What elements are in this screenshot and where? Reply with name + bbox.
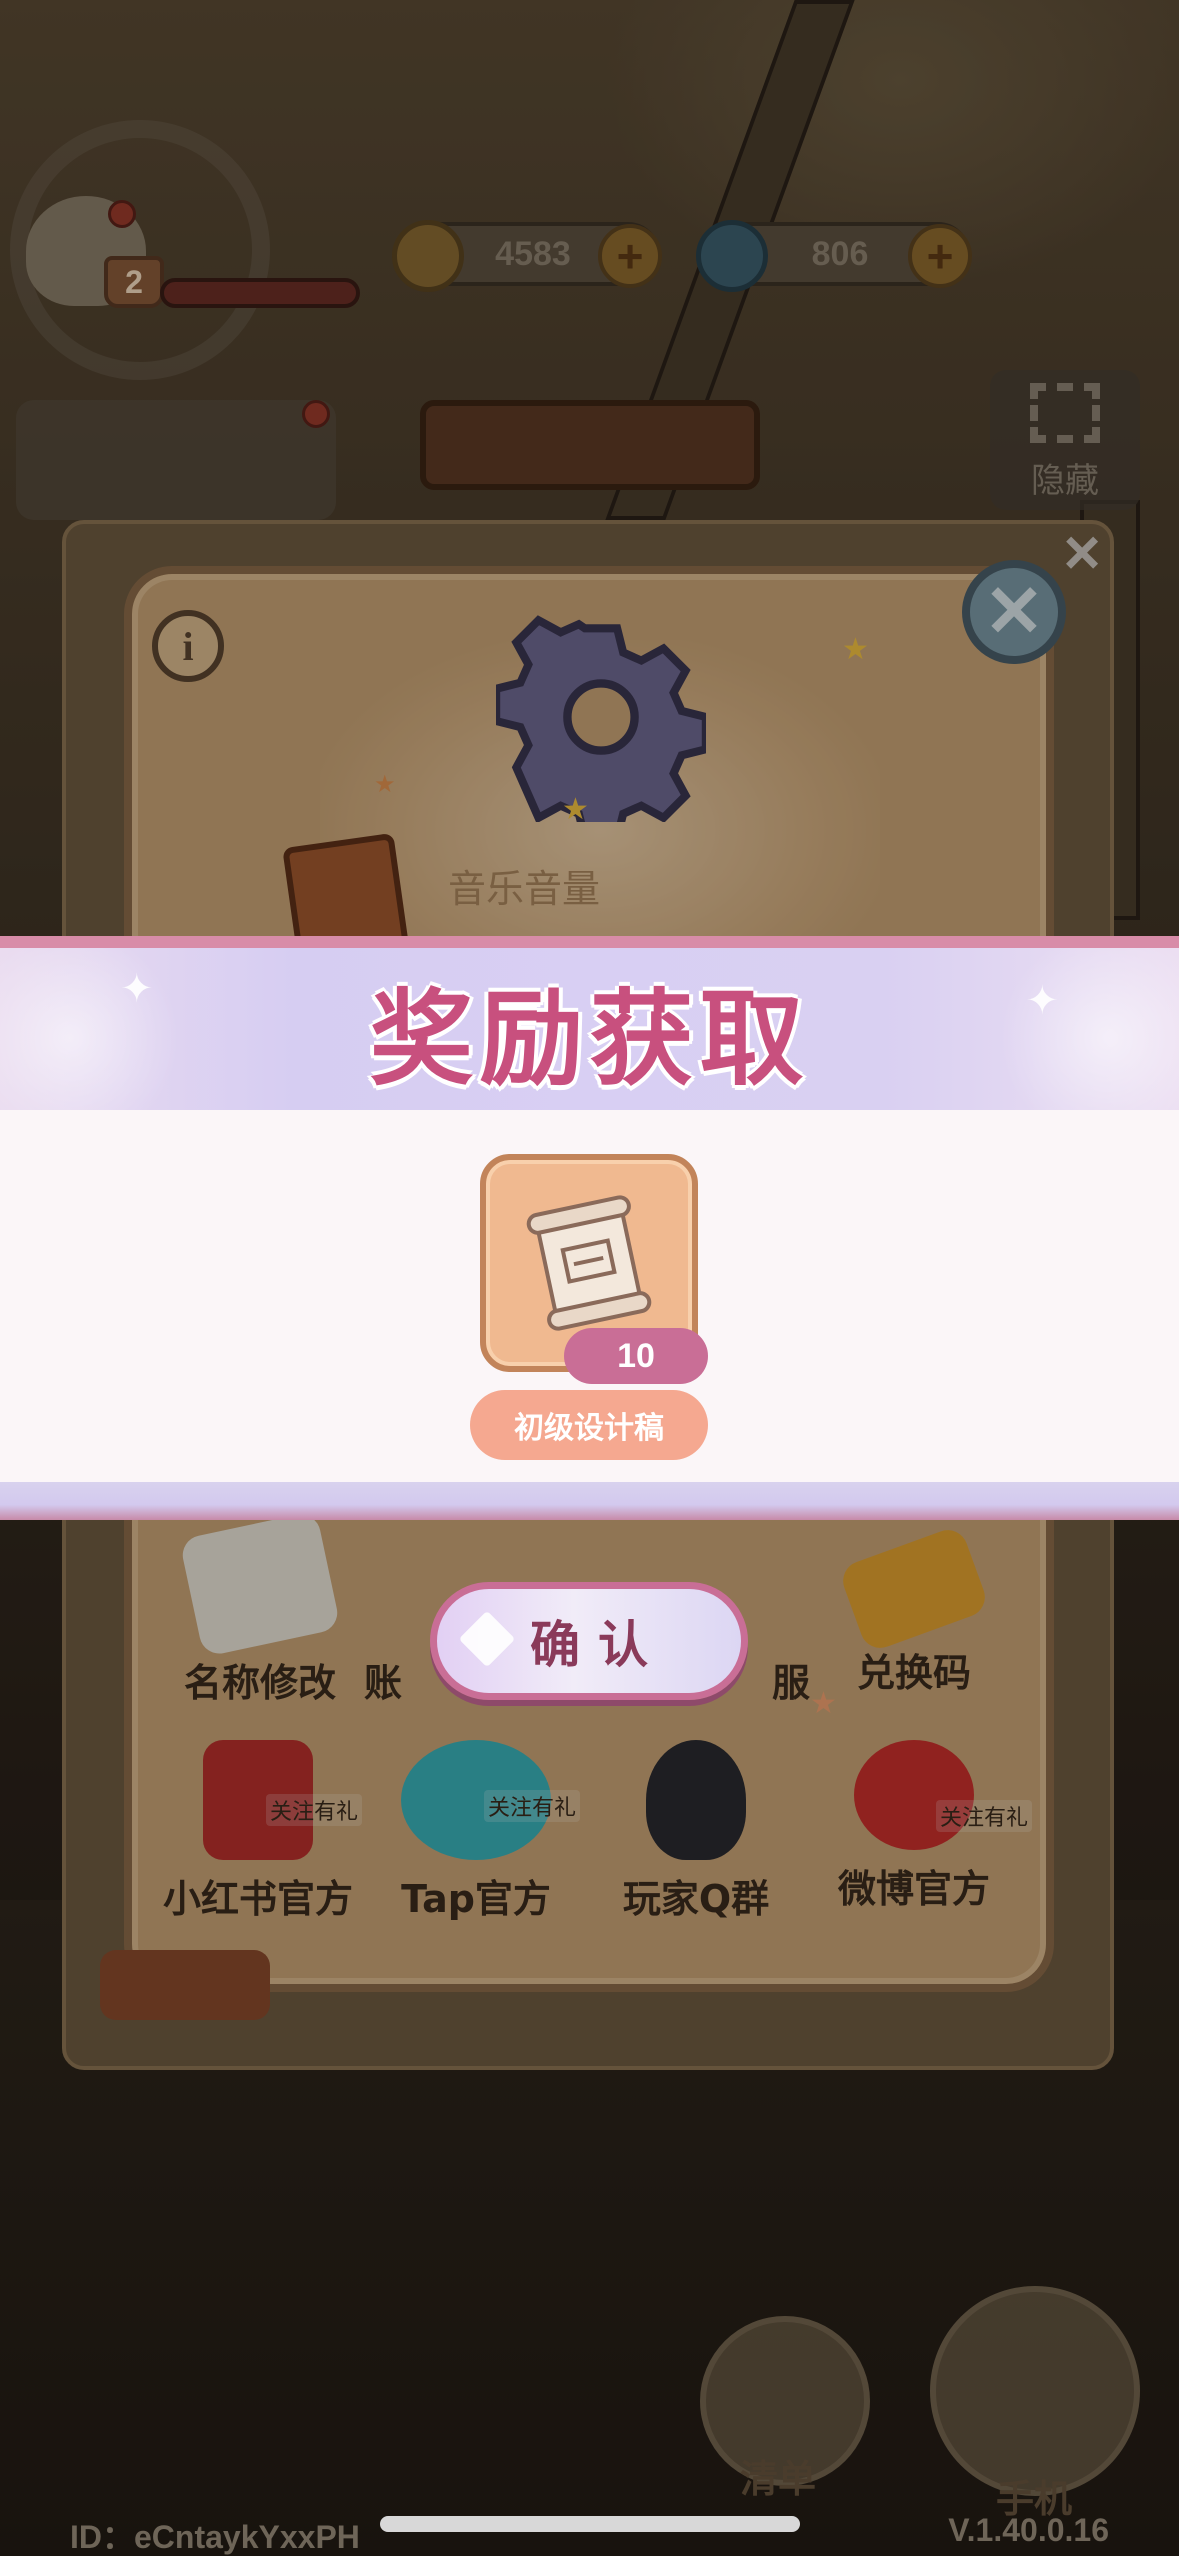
player-id: ID：eCntaykYxxPH bbox=[70, 2519, 360, 2555]
phone-button[interactable] bbox=[930, 2286, 1140, 2496]
flower-decoration bbox=[999, 948, 1179, 1110]
shine-sparkle-icon bbox=[458, 1610, 516, 1668]
confirm-label: 确认 bbox=[530, 1616, 666, 1674]
reward-header: ✦ ✦ 奖励获取 bbox=[0, 948, 1179, 1110]
sparkle-icon: ✦ bbox=[1025, 978, 1059, 1024]
band-bottom-border bbox=[0, 1482, 1179, 1520]
checklist-label: 清单 bbox=[740, 2457, 817, 2501]
blueprint-scroll-icon bbox=[526, 1195, 652, 1331]
home-indicator[interactable] bbox=[380, 2516, 800, 2532]
band-top-border bbox=[0, 936, 1179, 948]
confirm-button[interactable]: 确认 bbox=[430, 1582, 748, 1700]
reward-count-badge: 10 bbox=[564, 1328, 708, 1384]
version-label: V.1.40.0.16 bbox=[948, 2512, 1109, 2548]
reward-item-name: 初级设计稿 bbox=[470, 1390, 708, 1460]
sparkle-icon: ✦ bbox=[120, 966, 154, 1012]
reward-title: 奖励获取 bbox=[369, 977, 810, 1100]
